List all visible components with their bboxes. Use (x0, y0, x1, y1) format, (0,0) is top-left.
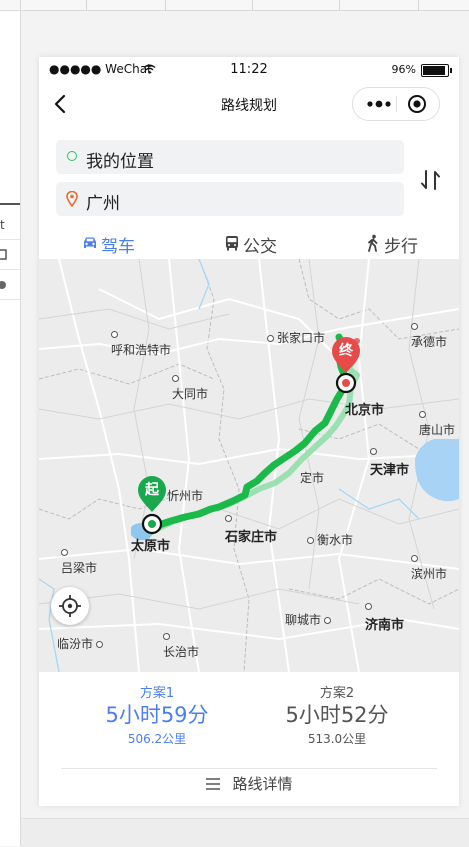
devtools-left-panel: t (0, 11, 21, 846)
city-label-datong: 大同市 (172, 371, 208, 402)
mini-program-capsule (352, 87, 440, 121)
plan-2-name: 方案2 (319, 686, 355, 701)
plan-1-name: 方案1 (139, 686, 175, 701)
plan-option-2[interactable]: 方案2 5小时52分 513.0公里 (237, 682, 437, 746)
destination-field[interactable]: 广州 (56, 182, 404, 216)
tab-bus-label: 公交 (243, 237, 277, 257)
route-plans: 方案1 5小时59分 506.2公里 方案2 5小时52分 513.0公里 (39, 672, 459, 767)
origin-text: 我的位置 (86, 152, 154, 172)
stub-square-icon (0, 249, 7, 260)
tab-bus[interactable]: 公交 (223, 229, 283, 257)
city-label-lvliang: 吕梁市 (61, 545, 97, 576)
close-mini-program-icon[interactable] (404, 92, 430, 116)
city-label-tangshan: 唐山市 (419, 407, 455, 438)
end-marker-label: 终 (339, 343, 353, 359)
more-options-icon[interactable] (363, 92, 395, 116)
list-icon (206, 777, 221, 790)
capsule-separator (396, 96, 397, 112)
destination-pin-icon (66, 191, 78, 207)
plan-option-1[interactable]: 方案1 5小时59分 506.2公里 (57, 682, 257, 746)
city-label-chengde: 承德市 (411, 319, 447, 350)
start-marker-label: 起 (145, 482, 159, 498)
crosshair-icon (59, 595, 81, 617)
city-label-xinzhou: 忻州市 (167, 489, 204, 503)
devtools-top-strip (0, 0, 469, 11)
plan-2-distance: 513.0公里 (307, 732, 367, 746)
city-label-baoding-partial: 定市 (300, 471, 325, 485)
devtools-bottom-strip (21, 818, 469, 847)
plan-2-time: 5小时52分 (285, 703, 389, 727)
origin-field[interactable]: 我的位置 (56, 140, 404, 174)
status-bar: ●●●●● WeChat 11:22 96% (39, 57, 459, 81)
phone-frame: ●●●●● WeChat 11:22 96% 路线规划 我的位置 广州 驾车 公… (39, 57, 459, 806)
panel-stub-text: t (0, 211, 20, 240)
panel-stub-icon[interactable] (0, 241, 20, 270)
battery-percent: 96% (391, 63, 416, 76)
city-label-tianjin: 天津市 (370, 444, 409, 478)
city-label-shijiazhuang: 石家庄市 (225, 511, 277, 545)
plan-1-distance: 506.2公里 (127, 732, 187, 746)
city-label-linfen: 临汾市 (57, 635, 106, 652)
panel-stub-gear[interactable] (0, 271, 20, 300)
tab-drive[interactable]: 驾车 (81, 229, 141, 257)
tab-drive-label: 驾车 (101, 237, 135, 257)
car-icon (84, 237, 96, 248)
panel-rule (0, 203, 20, 205)
travel-mode-tabs: 驾车 公交 步行 (39, 227, 459, 259)
city-label-beijing: 北京市 (345, 403, 385, 418)
start-point-icon (141, 513, 163, 535)
origin-dot-icon (67, 151, 77, 161)
destination-text: 广州 (86, 194, 120, 214)
nav-bar: 路线规划 (39, 81, 459, 127)
route-details-button[interactable]: 路线详情 (39, 773, 459, 803)
city-label-taiyuan: 太原市 (131, 539, 171, 554)
city-label-hohhot: 呼和浩特市 (111, 327, 171, 358)
city-label-zhangjiakou: 张家口市 (267, 329, 325, 346)
route-details-label: 路线详情 (232, 775, 293, 793)
tab-walk-label: 步行 (384, 237, 418, 257)
city-label-binzhou: 滨州市 (411, 551, 447, 582)
bus-icon (226, 236, 238, 251)
walk-icon (368, 234, 378, 252)
city-label-jinan: 济南市 (365, 599, 404, 633)
city-label-changzhi: 长治市 (163, 629, 199, 660)
city-label-hengshui: 衡水市 (307, 531, 353, 548)
swap-icon[interactable] (418, 167, 444, 193)
tab-walk[interactable]: 步行 (364, 229, 424, 257)
battery-icon (421, 64, 452, 77)
end-point-icon (335, 372, 357, 394)
plans-divider (61, 768, 437, 769)
stub-gear-icon (0, 281, 6, 289)
plan-1-time: 5小时59分 (105, 703, 209, 727)
locate-button[interactable] (51, 587, 89, 625)
map-view[interactable]: 呼和浩特市 张家口市 承德市 大同市 北京市 唐山市 天津市 定市 忻州市 石家… (39, 259, 459, 672)
city-label-liaocheng: 聊城市 (285, 611, 334, 628)
